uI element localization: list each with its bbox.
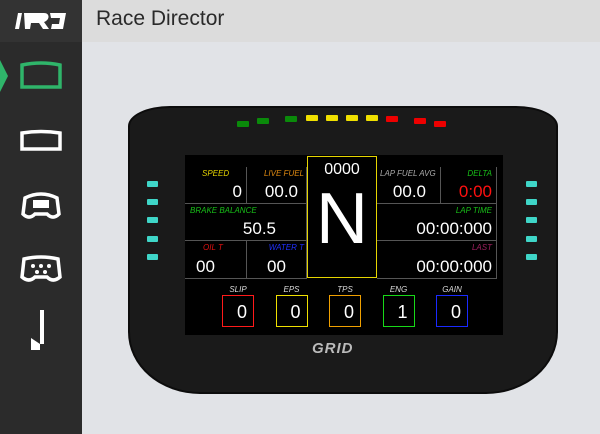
speed-cell: SPEED 0 xyxy=(185,167,247,204)
lap-time-label: LAP TIME xyxy=(455,206,492,215)
oil-temp-label: OIL T xyxy=(203,243,223,252)
aid-value-box: 1 xyxy=(382,295,415,327)
side-light xyxy=(147,217,158,223)
delta-cell: DELTA 0:00 xyxy=(441,167,497,204)
grid-brand-logo: GRID xyxy=(312,340,354,357)
aid-label: EPS xyxy=(283,285,300,294)
water-temp-label: WATER T xyxy=(268,243,304,252)
live-fuel-cell: LIVE FUEL 00.0 xyxy=(247,167,307,204)
aid-value-box: 0 xyxy=(222,295,254,327)
rpm-value: 0000 xyxy=(324,161,360,178)
side-light xyxy=(526,217,537,223)
side-light xyxy=(147,181,158,187)
side-light xyxy=(526,181,537,187)
title-bar: Race Director xyxy=(82,0,600,42)
water-temp-cell: WATER T 00 xyxy=(247,241,307,279)
last-lap-cell: LAST 00:00:000 xyxy=(377,241,497,279)
aid-value-box: 0 xyxy=(436,295,468,327)
dashboard-wide-icon xyxy=(20,61,62,89)
pedal-icon xyxy=(31,310,44,350)
sidebar-item-dashboard-narrow[interactable] xyxy=(0,115,82,165)
shift-light xyxy=(285,116,297,122)
side-light xyxy=(147,254,158,260)
brake-balance-value: 50.5 xyxy=(242,219,276,238)
sidebar-item-dashboard-wide[interactable] xyxy=(0,50,82,100)
aid-label: SLIP xyxy=(229,285,247,294)
side-light xyxy=(147,199,158,205)
live-fuel-label: LIVE FUEL xyxy=(263,169,304,178)
aid-label: ENG xyxy=(389,285,408,294)
side-light xyxy=(526,236,537,242)
shift-light xyxy=(326,115,338,121)
sidebar-item-pedal[interactable] xyxy=(0,305,82,355)
delta-label: DELTA xyxy=(467,169,492,178)
lap-fuel-avg-cell: LAP FUEL AVG 00.0 xyxy=(377,167,441,204)
aid-value-box: 0 xyxy=(329,295,361,327)
lap-fuel-avg-value: 00.0 xyxy=(392,182,426,201)
shift-light xyxy=(414,118,426,124)
app-logo xyxy=(0,0,82,42)
last-lap-label: LAST xyxy=(471,243,492,252)
last-lap-value: 00:00:000 xyxy=(416,257,492,276)
page-title: Race Director xyxy=(96,7,225,30)
lap-fuel-avg-label: LAP FUEL AVG xyxy=(380,169,436,178)
dash-screen: SPEED 0 LIVE FUEL 00.0 LAP FUEL AVG 00.0… xyxy=(185,155,503,335)
shift-light xyxy=(386,116,398,122)
speed-label: SPEED xyxy=(202,169,230,178)
formula-wheel-icon xyxy=(20,255,62,282)
aid-label: GAIN xyxy=(442,285,462,294)
dashboard-narrow-icon xyxy=(20,129,62,151)
side-light xyxy=(147,236,158,242)
side-light xyxy=(526,199,537,205)
gear-panel: 0000 N xyxy=(307,156,377,278)
live-fuel-value: 00.0 xyxy=(264,182,298,201)
shift-light xyxy=(306,115,318,121)
sidebar-item-wheel-formula[interactable] xyxy=(0,243,82,293)
steering-wheel-icon xyxy=(21,192,61,219)
lap-time-value: 00:00:000 xyxy=(416,219,492,238)
shift-light xyxy=(434,121,446,127)
aid-label: TPS xyxy=(337,285,353,294)
shift-light xyxy=(257,118,269,124)
oil-temp-cell: OIL T 00 xyxy=(185,241,247,279)
shift-light xyxy=(366,115,378,121)
gear-value: N xyxy=(316,179,368,259)
water-temp-value: 00 xyxy=(267,257,286,276)
aid-value-box: 0 xyxy=(275,295,308,327)
sidebar-item-wheel-round[interactable] xyxy=(0,180,82,230)
lap-time-cell: LAP TIME 00:00:000 xyxy=(377,204,497,241)
rd-logo-icon xyxy=(15,13,66,29)
shift-light xyxy=(346,115,358,121)
brake-balance-label: BRAKE BALANCE xyxy=(190,206,257,215)
delta-value: 0:00 xyxy=(458,182,492,201)
shift-light xyxy=(237,121,249,127)
brake-balance-cell: BRAKE BALANCE 50.5 xyxy=(185,204,307,241)
sidebar xyxy=(0,0,82,434)
speed-value: 0 xyxy=(232,182,242,201)
side-light xyxy=(526,254,537,260)
oil-temp-value: 00 xyxy=(196,257,215,276)
